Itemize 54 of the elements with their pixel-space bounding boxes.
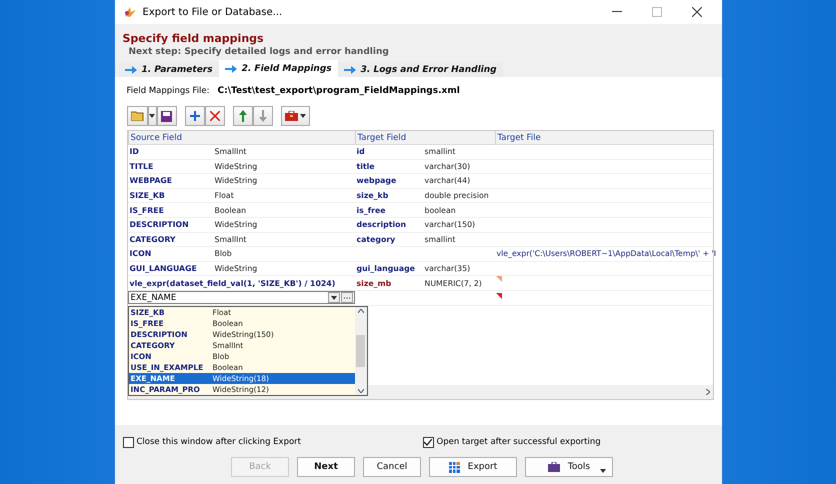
checkbox[interactable] xyxy=(422,436,434,448)
arrow-icon xyxy=(344,66,356,74)
toolbox-icon xyxy=(548,462,560,472)
caret-icon xyxy=(600,469,606,473)
source-field-input[interactable]: EXE_NAME xyxy=(128,291,354,304)
up-arrow-icon xyxy=(238,110,246,122)
warning-marker-icon xyxy=(496,276,502,282)
arrow-icon xyxy=(224,64,237,72)
error-marker-icon xyxy=(496,292,502,299)
wizard-tab[interactable]: 1. Parameters xyxy=(118,62,219,77)
close-icon[interactable] xyxy=(692,7,702,17)
caret-icon xyxy=(330,296,336,300)
checkbox-label[interactable]: Open target after successful exporting xyxy=(436,437,601,447)
tools-menu-button[interactable] xyxy=(280,106,310,126)
scroll-right-icon xyxy=(706,389,710,395)
wizard-button[interactable]: Export xyxy=(429,457,517,477)
step-subtitle: Next step: Specify detailed logs and error handling xyxy=(128,47,390,57)
cross-icon xyxy=(210,111,220,121)
minimize-icon[interactable] xyxy=(612,11,622,13)
move-down-button[interactable] xyxy=(252,106,272,126)
checkbox-label[interactable]: Close this window after clicking Export xyxy=(136,437,301,447)
grid-icon xyxy=(448,462,460,472)
mapping-file-label: Field Mappings File: xyxy=(126,86,210,96)
wizard-button[interactable]: Tools xyxy=(525,457,613,477)
save-button[interactable] xyxy=(156,106,176,126)
caret-icon xyxy=(149,114,155,118)
app-icon xyxy=(122,6,136,18)
briefcase-icon xyxy=(284,111,298,121)
window-title: Export to File or Database... xyxy=(142,6,284,18)
column-header[interactable]: Target File xyxy=(494,131,712,144)
wizard-tab[interactable]: 2. Field Mappings xyxy=(218,60,338,77)
scroll-up-icon xyxy=(358,309,364,313)
open-button[interactable] xyxy=(126,106,148,126)
down-arrow-icon xyxy=(258,110,266,122)
step-title: Specify field mappings xyxy=(122,32,265,45)
add-button[interactable] xyxy=(184,106,204,126)
move-up-button[interactable] xyxy=(232,106,252,126)
wizard-tab[interactable]: 3. Logs and Error Handling xyxy=(338,62,503,77)
column-header[interactable]: Target Field xyxy=(354,131,494,144)
wizard-button[interactable]: Cancel xyxy=(363,457,421,477)
checkmark-icon xyxy=(424,438,432,446)
vertical-scrollbar[interactable] xyxy=(354,307,366,395)
mapping-file-path: C:\Test\test_export\program_FieldMappings.xml xyxy=(218,86,460,96)
wizard-button[interactable]: Next xyxy=(297,457,355,477)
arrow-icon xyxy=(124,66,136,74)
scroll-down-icon xyxy=(358,389,364,393)
folder-icon xyxy=(130,111,144,121)
delete-button[interactable] xyxy=(204,106,224,126)
checkbox[interactable] xyxy=(122,436,134,448)
column-header[interactable]: Source Field xyxy=(128,131,354,144)
floppy-icon xyxy=(161,110,172,122)
plus-icon xyxy=(190,111,200,121)
caret-icon xyxy=(300,114,306,118)
ellipsis-icon xyxy=(344,296,350,299)
